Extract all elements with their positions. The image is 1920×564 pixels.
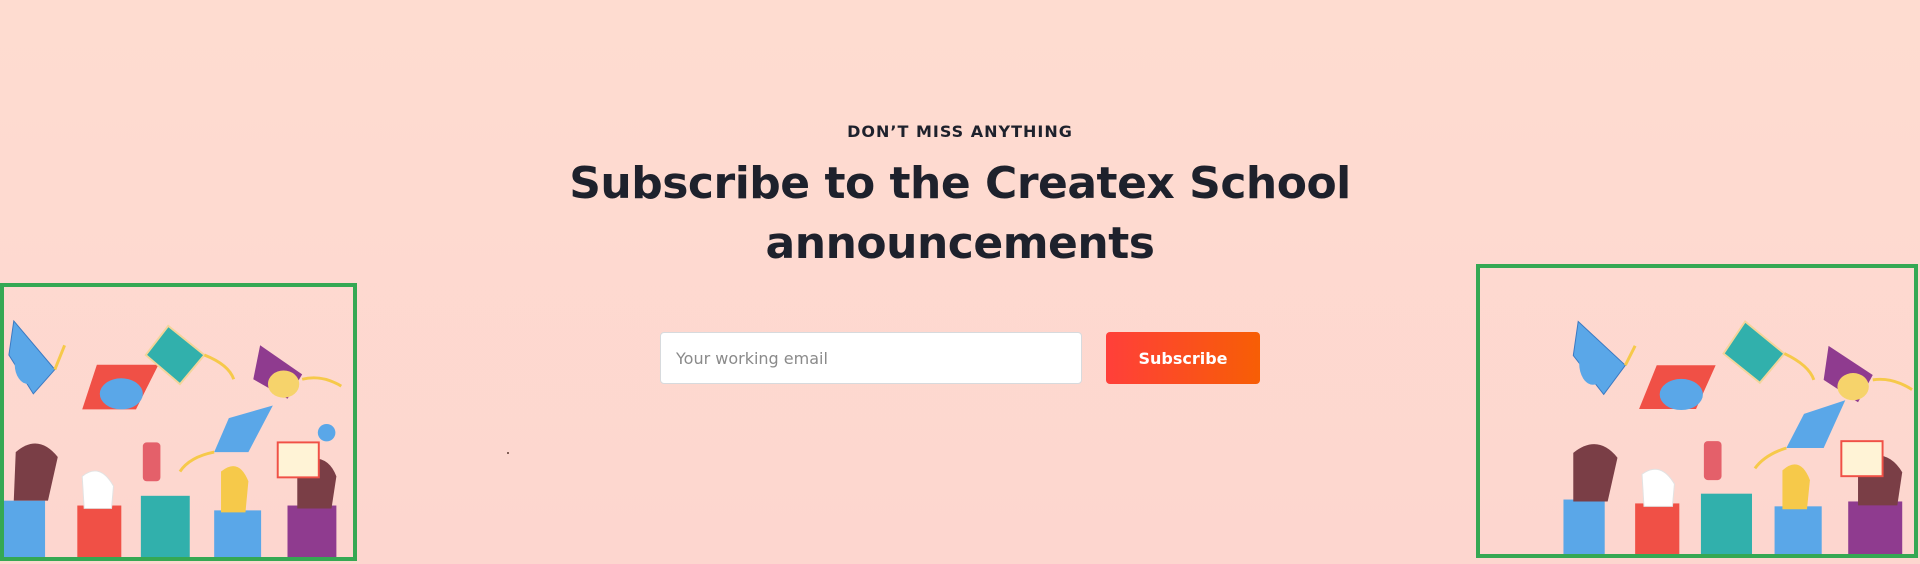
stray-dot [507,452,509,454]
graduation-illustration-right [1476,264,1918,558]
graduation-caps-icon [1563,320,1913,554]
email-input[interactable] [660,332,1082,384]
section-title: Subscribe to the Createx School announce… [569,158,1351,269]
graduation-caps-icon [4,319,343,557]
graduation-illustration-left [0,283,357,561]
section-eyebrow: DON’T MISS ANYTHING [847,122,1073,141]
subscribe-button[interactable]: Subscribe [1106,332,1260,384]
